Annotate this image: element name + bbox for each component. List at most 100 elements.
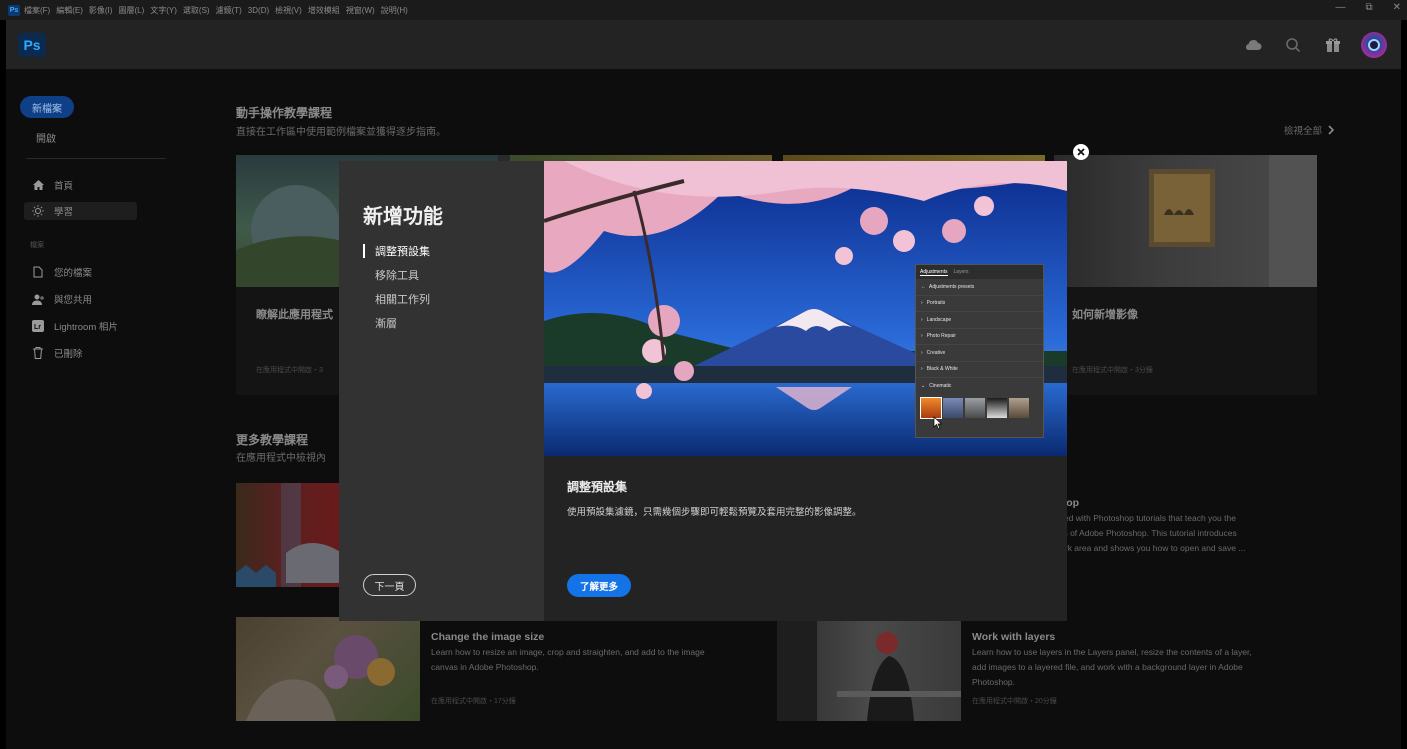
panel-back-row: ← Adjustments presets — [916, 279, 1043, 296]
card-title: 瞭解此應用程式 — [256, 309, 333, 321]
menu-filter[interactable]: 濾鏡(T) — [216, 5, 242, 16]
minimize-button[interactable]: — — [1335, 2, 1345, 13]
restore-button[interactable]: ⧉ — [1365, 2, 1372, 13]
sidebar-divider — [26, 158, 166, 159]
shared-users-icon — [30, 294, 46, 305]
tutorial-title: Work with layers — [972, 631, 1056, 643]
trash-icon — [30, 347, 46, 359]
panel-tabs: Adjustments Layers — [916, 265, 1043, 279]
learn-more-button[interactable]: 了解更多 — [567, 574, 631, 597]
close-icon — [1077, 148, 1085, 156]
hands-on-card[interactable]: 如何新增影像 在應用程式中開啟・3分鐘 — [1054, 155, 1317, 395]
card-meta: 在應用程式中開啟・3 — [256, 367, 323, 374]
card-thumbnail — [1054, 155, 1317, 287]
preset-swatch — [965, 397, 985, 418]
tab-layers: Layers — [953, 269, 969, 275]
cloud-icon[interactable] — [1241, 33, 1265, 57]
svg-text:Lr: Lr — [34, 324, 41, 331]
window-controls: — ⧉ ✕ — [1335, 2, 1401, 13]
tutorial-thumbnail — [777, 621, 961, 721]
panel-row-label: Black & White — [926, 366, 958, 373]
feature-description: 使用預設集濾鏡，只需幾個步驟即可輕鬆預覽及套用完整的影像調整。 — [567, 507, 862, 518]
new-file-button[interactable]: 新檔案 — [20, 96, 74, 118]
sidebar-item-lightroom[interactable]: Lr Lightroom 相片 — [30, 317, 118, 335]
next-page-button[interactable]: 下一頁 — [363, 574, 416, 596]
chevron-right-icon — [1328, 125, 1335, 135]
chevron-down-icon: ⌄ — [921, 383, 926, 390]
menu-image[interactable]: 影像(I) — [89, 5, 113, 16]
tutorial-thumbnail[interactable] — [236, 483, 342, 587]
top-icons — [1241, 32, 1387, 58]
panel-row: ⌄ Cinematic — [916, 378, 1043, 395]
menu-select[interactable]: 選取(S) — [183, 5, 210, 16]
tutorial-title: Change the image size — [431, 631, 545, 643]
sidebar-item-shared[interactable]: 與您共用 — [30, 290, 92, 308]
close-modal-button[interactable] — [1073, 144, 1089, 160]
menu-layer[interactable]: 圖層(L) — [118, 5, 144, 16]
open-button[interactable]: 開啟 — [36, 130, 56, 145]
panel-row: › Black & White — [916, 362, 1043, 378]
panel-row-label: Cinematic — [929, 383, 952, 390]
feature-item-remove-tool[interactable]: 移除工具 — [363, 267, 430, 291]
adjustments-panel: Adjustments Layers ← Adjustments presets… — [915, 264, 1044, 438]
tutorial-item[interactable]: Work with layers Learn how to use layers… — [777, 621, 1297, 721]
tutorial-description-line: Learn how to use layers in the Layers pa… — [972, 647, 1252, 657]
tutorial-item[interactable]: shop arted with Photoshop tutorials that… — [1054, 497, 1384, 577]
menu-plugins[interactable]: 增效模組 — [308, 5, 340, 16]
sidebar-item-label: 您的檔案 — [54, 268, 93, 279]
preset-swatch — [920, 396, 942, 419]
menu-edit[interactable]: 編輯(E) — [56, 5, 83, 16]
menu-file[interactable]: 檔案(F) — [24, 5, 50, 16]
tab-adjustments: Adjustments — [920, 268, 948, 276]
panel-row-label: Creative — [926, 349, 946, 356]
hands-on-title: 動手操作教學課程 — [236, 106, 333, 120]
panel-row-label: Photo Repair — [926, 333, 956, 340]
panel-row-label: Portraits — [926, 300, 946, 307]
feature-item-gradient[interactable]: 漸層 — [363, 315, 430, 339]
preset-swatch — [943, 397, 963, 418]
view-all-link[interactable]: 檢視全部 — [1284, 123, 1335, 137]
menu-3d[interactable]: 3D(D) — [248, 6, 269, 15]
panel-row-label: Landscape — [926, 316, 952, 323]
feature-item-contextual-taskbar[interactable]: 相關工作列 — [363, 291, 430, 315]
menu-type[interactable]: 文字(Y) — [150, 5, 177, 16]
tutorial-meta: 在應用程式中開啟・17分鐘 — [431, 698, 516, 705]
feature-list: 調整預設集 移除工具 相關工作列 漸層 — [363, 243, 430, 339]
menu-window[interactable]: 視窗(W) — [346, 5, 375, 16]
chevron-right-icon: › — [921, 366, 923, 373]
app-badge: Ps — [8, 4, 20, 16]
hands-on-subtitle: 直接在工作區中使用範例檔案並獲得逐步指南。 — [236, 127, 446, 138]
card-meta: 在應用程式中開啟・3分鐘 — [1072, 367, 1153, 374]
menu-view[interactable]: 檢視(V) — [275, 5, 302, 16]
sidebar-item-home[interactable]: 首頁 — [30, 176, 73, 194]
sidebar-item-your-files[interactable]: 您的檔案 — [30, 263, 92, 281]
feature-item-adjustment-presets[interactable]: 調整預設集 — [363, 243, 430, 267]
sidebar-item-label: 與您共用 — [54, 295, 93, 306]
avatar[interactable] — [1361, 32, 1387, 58]
preset-swatch — [1009, 397, 1029, 418]
menu-bar: Ps 檔案(F) 編輯(E) 影像(I) 圖層(L) 文字(Y) 選取(S) 濾… — [0, 0, 1407, 20]
sidebar-item-deleted[interactable]: 已刪除 — [30, 344, 83, 362]
tutorial-description-line: canvas in Adobe Photoshop. — [431, 662, 539, 672]
panel-row: › Portraits — [916, 296, 1043, 312]
close-window-button[interactable]: ✕ — [1393, 2, 1401, 13]
file-icon — [30, 266, 46, 278]
ps-logo[interactable]: Ps — [18, 33, 46, 57]
sidebar-item-learn[interactable]: 學習 — [24, 202, 137, 220]
tutorial-description-line: arted with Photoshop tutorials that teac… — [1054, 513, 1236, 523]
tutorial-description-line: Photoshop. — [972, 677, 1016, 687]
lightbulb-icon — [30, 205, 46, 217]
sidebar-item-label: Lightroom 相片 — [54, 322, 118, 333]
gift-icon[interactable] — [1321, 33, 1345, 57]
menu-help[interactable]: 說明(H) — [381, 5, 408, 16]
more-tutorials-subtitle: 在應用程式中檢視內 — [236, 453, 326, 464]
tutorial-item[interactable]: Change the image size Learn how to resiz… — [236, 617, 756, 721]
home-icon — [30, 180, 46, 190]
panel-back-label: Adjustments presets — [929, 283, 975, 290]
tutorial-meta: 在應用程式中開啟・20分鐘 — [972, 698, 1057, 705]
view-all-label: 檢視全部 — [1284, 126, 1323, 137]
whats-new-sidebar: 新增功能 調整預設集 移除工具 相關工作列 漸層 下一頁 — [339, 161, 544, 621]
arrow-left-icon: ← — [921, 283, 926, 290]
search-icon[interactable] — [1281, 33, 1305, 57]
chevron-right-icon: › — [921, 333, 923, 340]
